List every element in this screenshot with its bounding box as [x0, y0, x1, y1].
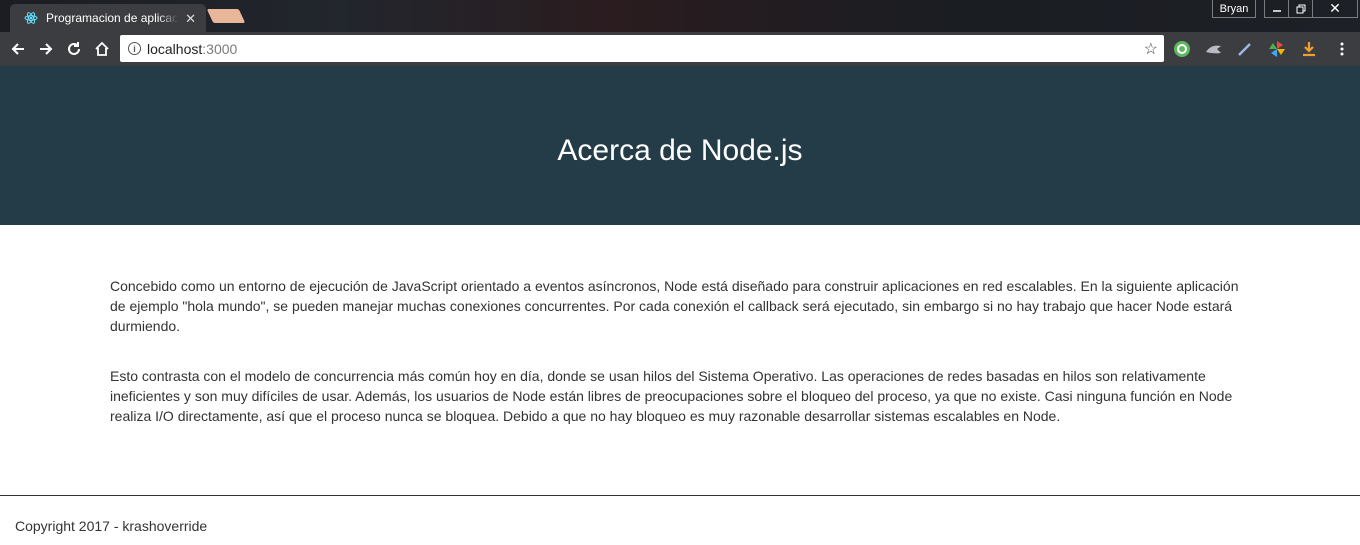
- url-port: :3000: [202, 40, 238, 57]
- main-content: Concebido como un entorno de ejecución d…: [110, 276, 1250, 456]
- home-icon[interactable]: [92, 38, 112, 60]
- site-info-icon[interactable]: i: [128, 42, 141, 55]
- menu-kebab-icon[interactable]: [1333, 40, 1351, 58]
- extension-green-circle-icon[interactable]: [1173, 40, 1191, 58]
- download-icon[interactable]: [1300, 40, 1318, 58]
- extension-shark-icon[interactable]: [1205, 40, 1223, 58]
- tab-title: Programacion de aplicaciones: [46, 11, 178, 25]
- profile-button[interactable]: Bryan: [1212, 0, 1256, 18]
- tab-strip: Programacion de aplicaciones ✕ Bryan ✕: [0, 0, 1360, 32]
- hero-banner: Acerca de Node.js: [0, 66, 1360, 225]
- paragraph-concurrency: Esto contrasta con el modelo de concurre…: [110, 368, 1233, 424]
- browser-tab[interactable]: Programacion de aplicaciones ✕: [10, 4, 206, 32]
- reload-icon[interactable]: [64, 38, 84, 60]
- address-bar[interactable]: i localhost:3000 ☆: [120, 35, 1164, 62]
- react-atom-icon: [24, 11, 38, 25]
- forward-arrow-icon[interactable]: [36, 38, 56, 60]
- new-tab-button[interactable]: [206, 9, 246, 23]
- extension-pinwheel-icon[interactable]: [1268, 40, 1286, 58]
- browser-toolbar: i localhost:3000 ☆: [0, 32, 1360, 66]
- footer-divider: [0, 495, 1360, 496]
- restore-icon[interactable]: [1288, 0, 1312, 18]
- paragraph-intro: Concebido como un entorno de ejecución d…: [110, 278, 1239, 334]
- tab-close-icon[interactable]: ✕: [185, 12, 196, 25]
- extension-eyedropper-icon[interactable]: [1236, 40, 1254, 58]
- footer-copyright: Copyright 2017 - krashoverride: [15, 518, 208, 534]
- bookmark-star-icon[interactable]: ☆: [1144, 39, 1158, 59]
- minimize-icon[interactable]: [1264, 0, 1288, 18]
- page-title: Acerca de Node.js: [557, 133, 803, 167]
- close-window-icon[interactable]: ✕: [1312, 0, 1358, 18]
- back-arrow-icon[interactable]: [8, 38, 28, 60]
- url-host: localhost: [147, 40, 203, 57]
